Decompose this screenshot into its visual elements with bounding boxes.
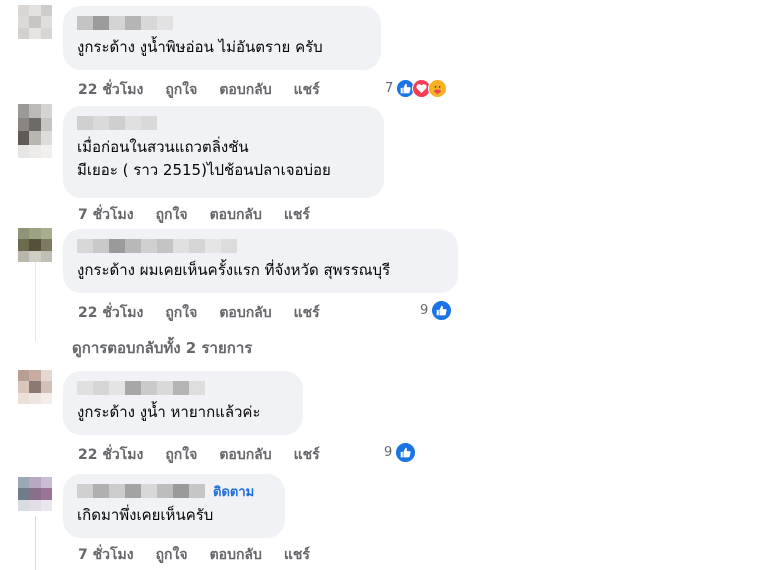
reaction-count: 7	[385, 81, 394, 96]
comment-actions: 22 ชั่วโมง ถูกใจ ตอบกลับ แชร์	[78, 79, 342, 101]
comment-text-line-1: เมื่อก่อนในสวนแถวตลิ่งชัน	[77, 138, 249, 156]
like-icon	[431, 300, 453, 321]
author-name-blurred[interactable]	[77, 381, 289, 395]
timestamp[interactable]: 7 ชั่วโมง	[78, 544, 134, 566]
reply-button[interactable]: ตอบกลับ	[219, 302, 271, 324]
like-button[interactable]: ถูกใจ	[165, 302, 197, 324]
like-button[interactable]: ถูกใจ	[165, 79, 197, 101]
reply-button[interactable]: ตอบกลับ	[210, 204, 262, 226]
author-name-blurred[interactable]	[77, 16, 367, 30]
like-button[interactable]: ถูกใจ	[165, 444, 197, 466]
avatar[interactable]	[18, 104, 52, 158]
reply-thread-line	[35, 262, 36, 342]
reply-button[interactable]: ตอบกลับ	[219, 79, 271, 101]
comment-bubble: งูกระด้าง งูน้ำ หายากแล้วค่ะ	[63, 371, 303, 435]
avatar[interactable]	[18, 477, 52, 511]
avatar[interactable]	[18, 228, 52, 262]
reaction-count: 9	[420, 303, 429, 318]
author-name-blurred[interactable]: ติดตาม	[77, 484, 271, 500]
timestamp[interactable]: 22 ชั่วโมง	[78, 302, 143, 324]
share-button[interactable]: แชร์	[284, 204, 310, 226]
share-button[interactable]: แชร์	[294, 302, 320, 324]
reply-button[interactable]: ตอบกลับ	[219, 444, 271, 466]
comment-bubble: งูกระด้าง งูน้ำพิษอ่อน ไม่อันตราย ครับ	[63, 6, 381, 70]
comment-bubble: ติดตาม เกิดมาพึ่งเคยเห็นครับ	[63, 474, 285, 538]
comment-actions: 7 ชั่วโมง ถูกใจ ตอบกลับ แชร์	[78, 544, 332, 566]
comment-text: งูกระด้าง ผมเคยเห็นครั้งแรก ที่จังหวัด ส…	[77, 261, 391, 279]
reaction-summary[interactable]: 9	[420, 300, 453, 321]
author-name-blurred[interactable]	[77, 239, 444, 253]
follow-button[interactable]: ติดตาม	[213, 481, 254, 502]
share-button[interactable]: แชร์	[294, 79, 320, 101]
reply-button[interactable]: ตอบกลับ	[210, 544, 262, 566]
comment-text: งูกระด้าง งูน้ำพิษอ่อน ไม่อันตราย ครับ	[77, 38, 323, 56]
view-replies-link[interactable]: ดูการตอบกลับทั้ง 2 รายการ	[72, 336, 252, 360]
comment-text: เกิดมาพึ่งเคยเห็นครับ	[77, 506, 214, 524]
care-icon	[428, 79, 448, 98]
share-button[interactable]: แชร์	[294, 444, 320, 466]
share-button[interactable]: แชร์	[284, 544, 310, 566]
timestamp[interactable]: 22 ชั่วโมง	[78, 444, 143, 466]
comment-actions: 7 ชั่วโมง ถูกใจ ตอบกลับ แชร์	[78, 204, 332, 226]
avatar[interactable]	[18, 5, 52, 39]
comment-bubble: งูกระด้าง ผมเคยเห็นครั้งแรก ที่จังหวัด ส…	[63, 229, 458, 293]
like-icon	[395, 442, 417, 463]
comment-actions: 22 ชั่วโมง ถูกใจ ตอบกลับ แชร์	[78, 444, 342, 466]
reaction-summary[interactable]: 7	[385, 79, 448, 98]
comment-actions: 22 ชั่วโมง ถูกใจ ตอบกลับ แชร์	[78, 302, 342, 324]
like-button[interactable]: ถูกใจ	[156, 544, 188, 566]
reaction-count: 9	[384, 445, 393, 460]
comment-text-line-2: มีเยอะ ( ราว 2515)ไปช้อนปลาเจอบ่อย	[77, 161, 331, 179]
reply-thread-line	[35, 516, 36, 570]
comment-text: งูกระด้าง งูน้ำ หายากแล้วค่ะ	[77, 403, 261, 421]
timestamp[interactable]: 7 ชั่วโมง	[78, 204, 134, 226]
timestamp[interactable]: 22 ชั่วโมง	[78, 79, 143, 101]
like-button[interactable]: ถูกใจ	[156, 204, 188, 226]
comment-bubble: เมื่อก่อนในสวนแถวตลิ่งชัน มีเยอะ ( ราว 2…	[63, 106, 384, 198]
avatar[interactable]	[18, 370, 52, 404]
author-name-blurred[interactable]	[77, 116, 370, 130]
reaction-summary[interactable]: 9	[384, 442, 417, 463]
